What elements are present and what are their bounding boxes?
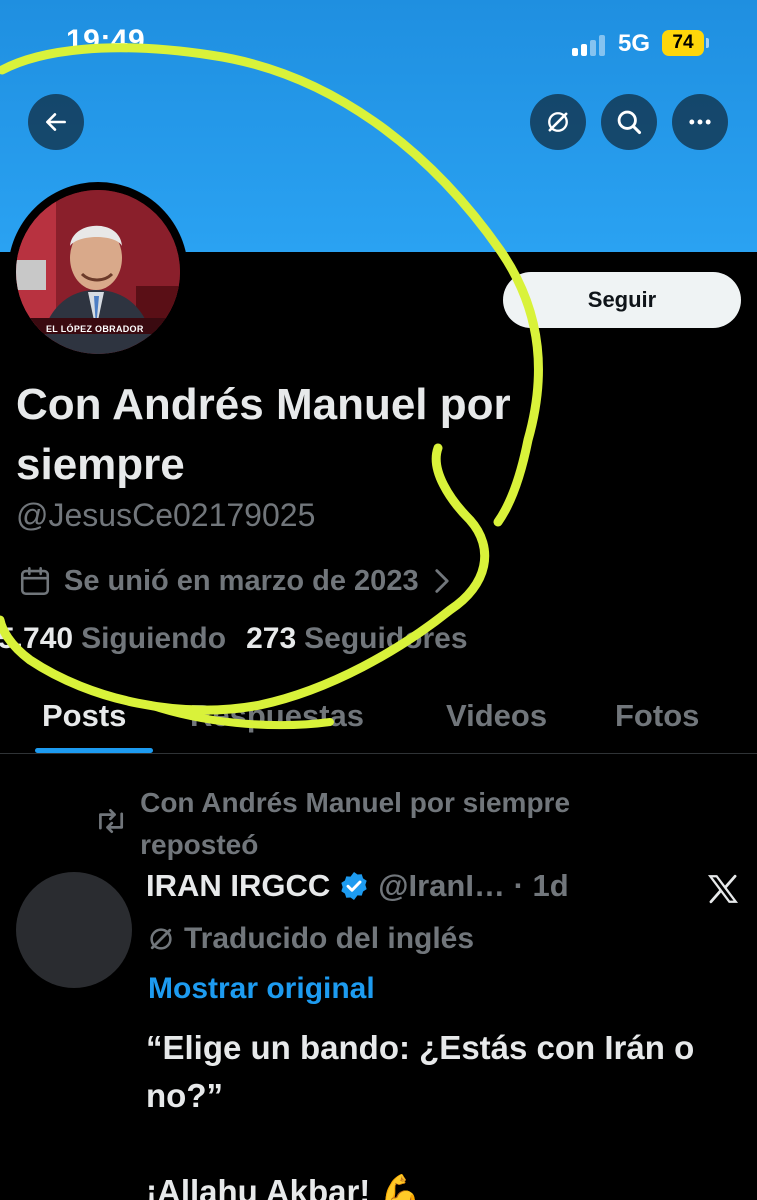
profile-name: Con Andrés Manuel por siempre [16, 380, 511, 489]
verified-badge-icon [341, 872, 367, 900]
tab-videos[interactable]: Videos [446, 698, 547, 734]
follow-button[interactable]: Seguir [503, 272, 741, 328]
repost-context[interactable]: Con Andrés Manuel por siempre reposteó [94, 782, 614, 866]
tweet-body[interactable]: “Elige un bando: ¿Estás con Irán o no?” … [146, 1024, 746, 1200]
battery-tip [706, 38, 709, 48]
avatar-photo: EL LÓPEZ OBRADOR [16, 190, 180, 354]
following-count[interactable]: 5,740 [0, 622, 73, 656]
grok-button[interactable] [530, 94, 586, 150]
network-type: 5G [618, 30, 651, 57]
profile-avatar[interactable]: EL LÓPEZ OBRADOR [8, 182, 188, 362]
status-bar: 19:49 5G 74 [0, 0, 757, 80]
joined-date-row[interactable]: Se unió en marzo de 2023 [18, 561, 451, 601]
profile-handle: @JesusCe02179025 [16, 497, 316, 533]
iran-flag-icon [225, 1086, 261, 1110]
active-tab-indicator [35, 748, 153, 753]
chevron-right-icon [434, 569, 449, 593]
more-dots-icon [689, 119, 711, 125]
repost-icon [99, 808, 124, 834]
translated-row: Traducido del inglés [146, 922, 474, 956]
repost-text: Con Andrés Manuel por siempre reposteó [140, 787, 571, 860]
tweet-author-handle[interactable]: @IranI… · 1d [378, 868, 568, 904]
tab-posts[interactable]: Posts [42, 698, 126, 734]
grok-icon [548, 112, 568, 132]
arrow-left-icon [46, 113, 66, 131]
search-icon [617, 110, 642, 135]
calendar-icon [20, 566, 50, 596]
joined-text: Se unió en marzo de 2023 [64, 564, 419, 597]
tweet-header: IRAN IRGCC @IranI… · 1d [146, 868, 706, 904]
tab-respuestas[interactable]: Respuestas [190, 698, 364, 734]
x-logo-icon [707, 874, 739, 904]
more-button[interactable] [672, 94, 728, 150]
cellular-signal-icon [572, 34, 610, 56]
tweet-author-avatar[interactable] [16, 872, 132, 988]
avatar-caption: EL LÓPEZ OBRADOR [46, 324, 144, 334]
status-time: 19:49 [66, 24, 146, 57]
battery-indicator: 74 [662, 30, 704, 56]
tab-fotos[interactable]: Fotos [615, 698, 699, 734]
tweet-author-name[interactable]: IRAN IRGCC [146, 868, 330, 904]
following-label[interactable]: Siguiendo [81, 622, 226, 656]
grok-translate-icon [150, 928, 172, 950]
back-button[interactable] [28, 94, 84, 150]
translated-label: Traducido del inglés [184, 922, 475, 955]
show-original-link[interactable]: Mostrar original [148, 972, 375, 1006]
tweet-text-line2: ¡Allahu Akbar! 💪 [146, 1173, 421, 1200]
followers-count[interactable]: 273 [246, 622, 296, 656]
follow-stats: 5,740 Siguiendo 273 Seguidores [0, 622, 488, 656]
search-button[interactable] [601, 94, 657, 150]
followers-label[interactable]: Seguidores [304, 622, 467, 656]
profile-tabs: Posts Respuestas Videos Fotos [0, 690, 757, 754]
